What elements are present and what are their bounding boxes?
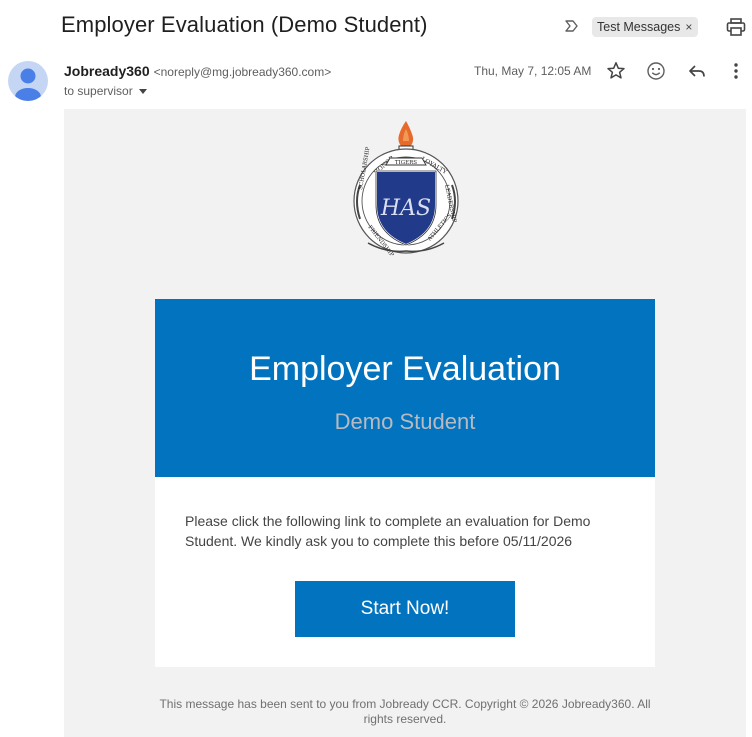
print-icon[interactable] (726, 18, 746, 36)
label-chip-test-messages[interactable]: Test Messages × (592, 17, 699, 37)
chevron-down-icon (138, 89, 147, 95)
recipients-dropdown[interactable]: to supervisor (64, 84, 147, 98)
crest-banner: TIGERS (395, 160, 417, 166)
hero-subtitle: Demo Student (334, 409, 476, 434)
hero-banner: Employer Evaluation Demo Student (155, 299, 655, 477)
sender-line: Jobready360 <noreply@mg.jobready360.com> (64, 63, 331, 81)
message-card: Please click the following link to compl… (155, 477, 655, 667)
start-now-button[interactable]: Start Now! (295, 581, 515, 637)
crest-monogram: HAS (380, 196, 431, 221)
email-subject: Employer Evaluation (Demo Student) (61, 12, 428, 37)
emoji-react-icon[interactable] (645, 60, 667, 82)
avatar-person-icon (15, 68, 41, 101)
message-text: Please click the following link to compl… (185, 513, 591, 549)
sender-name[interactable]: Jobready360 (64, 63, 150, 79)
remove-label-icon[interactable]: × (685, 20, 692, 34)
email-body: HONOR LOYALTY LEADERSHIP ATHLETICS FRIEN… (64, 109, 746, 737)
sender-avatar[interactable] (8, 61, 48, 101)
hero-title: Employer Evaluation (249, 350, 561, 388)
reply-icon[interactable] (686, 60, 708, 82)
recipients-label: to supervisor (64, 84, 133, 98)
email-timestamp: Thu, May 7, 12:05 AM (474, 64, 592, 78)
more-vertical-icon[interactable] (725, 60, 747, 82)
email-footer: This message has been sent to you from J… (159, 697, 651, 726)
sender-email: <noreply@mg.jobready360.com> (153, 65, 332, 79)
crest-logo: HONOR LOYALTY LEADERSHIP ATHLETICS FRIEN… (353, 121, 459, 258)
important-marker-icon[interactable] (563, 18, 579, 34)
star-icon[interactable] (605, 60, 627, 82)
label-chip-text: Test Messages (597, 20, 681, 34)
